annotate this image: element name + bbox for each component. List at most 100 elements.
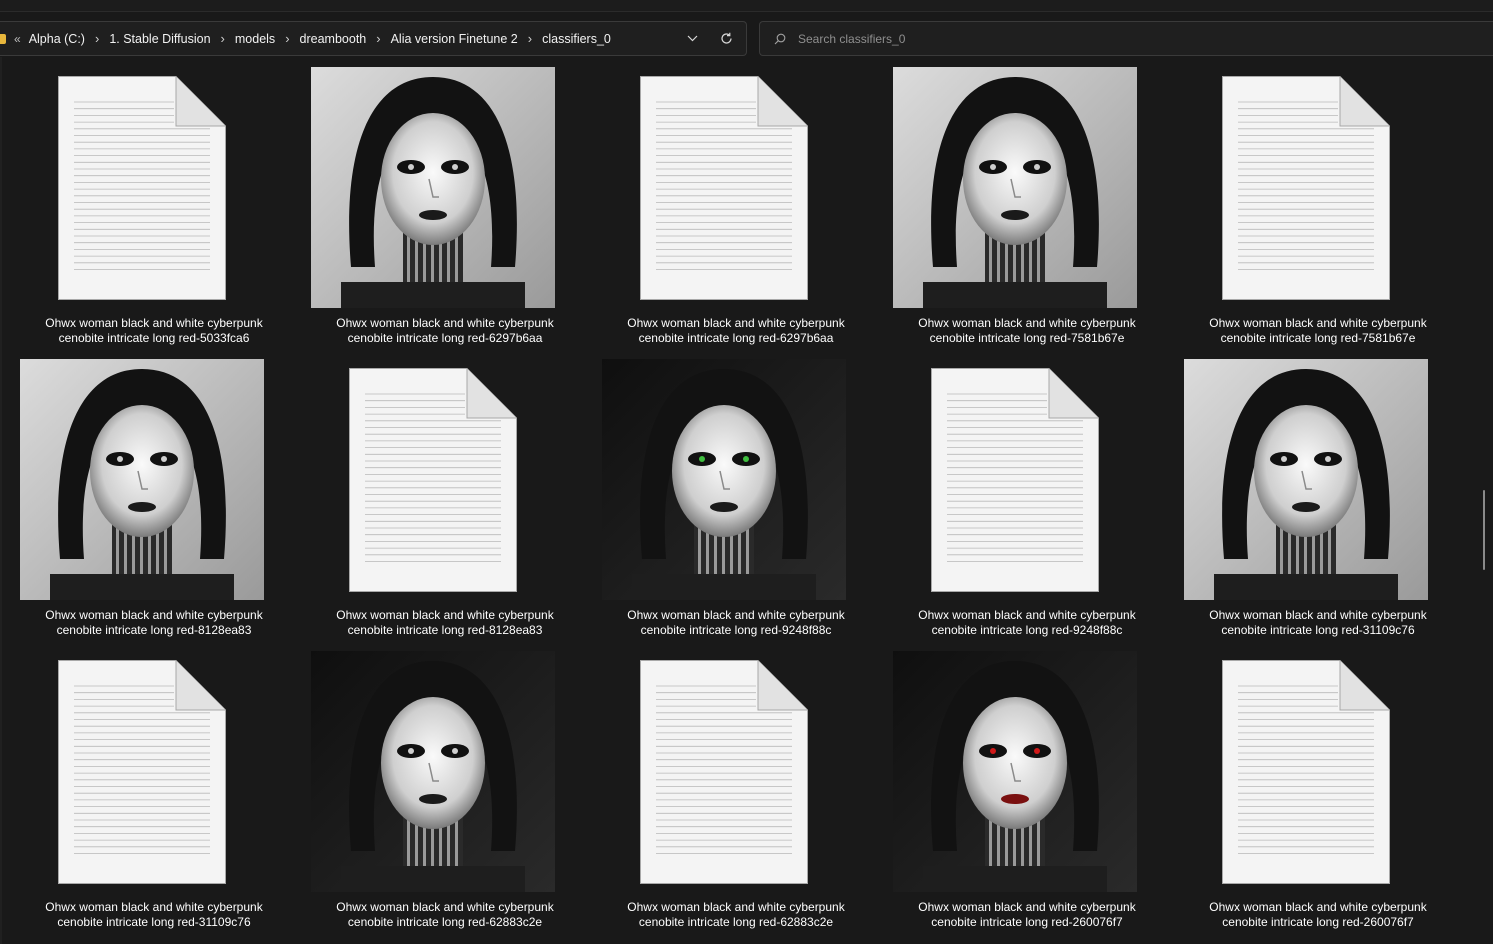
file-name-line: Ohwx woman black and white cyberpunk [336, 316, 554, 330]
file-name: Ohwx woman black and white cyberpunk ceno… [1164, 900, 1472, 930]
file-name-line: cenobite intricate long red-8128ea83 [56, 623, 252, 637]
document-icon [893, 359, 1137, 600]
file-name: Ohwx woman black and white cyberpunk ceno… [582, 608, 890, 638]
image-thumbnail [602, 359, 846, 600]
document-icon [311, 359, 555, 600]
file-name-line: Ohwx woman black and white cyberpunk [336, 608, 554, 622]
file-tile[interactable]: Ohwx woman black and white cyberpunk ceno… [873, 349, 1143, 637]
file-name-line: cenobite intricate long red-62883c2e [638, 915, 834, 929]
breadcrumb-item[interactable]: Alpha (C:) [29, 32, 85, 46]
file-name: Ohwx woman black and white cyberpunk ceno… [1164, 316, 1472, 346]
file-name-line: cenobite intricate long red-6297b6aa [638, 331, 834, 345]
file-name-line: Ohwx woman black and white cyberpunk [1209, 316, 1427, 330]
file-name: Ohwx woman black and white cyberpunk ceno… [582, 900, 890, 930]
file-name-line: Ohwx woman black and white cyberpunk [627, 900, 845, 914]
file-name-line: Ohwx woman black and white cyberpunk [918, 316, 1136, 330]
image-thumbnail [1184, 359, 1428, 600]
file-name-line: cenobite intricate long red-7581b67e [1220, 331, 1416, 345]
refresh-button[interactable] [712, 25, 740, 53]
title-bar-strip [0, 0, 1493, 12]
document-icon [602, 67, 846, 308]
breadcrumb-item[interactable]: dreambooth [300, 32, 367, 46]
file-name-line: cenobite intricate long red-31109c76 [1221, 623, 1415, 637]
file-tile[interactable]: Ohwx woman black and white cyberpunk ceno… [873, 641, 1143, 929]
breadcrumb-label: Alpha (C:) [28, 31, 85, 46]
chevron-right-icon[interactable]: › [95, 31, 99, 46]
file-name: Ohwx woman black and white cyberpunk ceno… [873, 316, 1181, 346]
chevron-right-icon[interactable]: › [221, 31, 225, 46]
file-name-line: Ohwx woman black and white cyberpunk [918, 608, 1136, 622]
file-name-line: cenobite intricate long red-62883c2e [347, 915, 543, 929]
search-box[interactable] [759, 21, 1493, 56]
folder-icon [0, 33, 6, 44]
file-name-line: Ohwx woman black and white cyberpunk [45, 608, 263, 622]
file-name-line: Ohwx woman black and white cyberpunk [45, 316, 263, 330]
file-name-line: Ohwx woman black and white cyberpunk [336, 900, 554, 914]
file-name-line: Ohwx woman black and white cyberpunk [627, 316, 845, 330]
file-name-line: cenobite intricate long red-8128ea83 [347, 623, 543, 637]
document-icon [1184, 651, 1428, 892]
file-name: Ohwx woman black and white cyberpunk ceno… [582, 316, 890, 346]
file-name-line: cenobite intricate long red-9248f88c [931, 623, 1123, 637]
file-tile[interactable]: Ohwx woman black and white cyberpunk ceno… [0, 641, 270, 929]
chevron-down-icon [687, 35, 697, 42]
image-thumbnail [893, 651, 1137, 892]
breadcrumb: Alpha (C:) › 1. Stable Diffusion › models › dr… [29, 31, 611, 46]
breadcrumb-label: 1. Stable Diffusion [109, 31, 211, 46]
image-thumbnail [893, 67, 1137, 308]
breadcrumb-item[interactable]: 1. Stable Diffusion [109, 32, 210, 46]
breadcrumb-overflow-button[interactable]: « [14, 32, 21, 46]
file-tile[interactable]: Ohwx woman black and white cyberpunk ceno… [1164, 57, 1434, 345]
file-name: Ohwx woman black and white cyberpunk ceno… [0, 900, 308, 930]
address-bar[interactable]: « Alpha (C:) › 1. Stable Diffusion › models ›… [0, 21, 747, 56]
image-thumbnail [311, 651, 555, 892]
file-tile[interactable]: Ohwx woman black and white cyberpunk ceno… [291, 641, 561, 929]
file-grid: Ohwx woman black and white cyberpunk ceno… [0, 57, 1493, 944]
file-name: Ohwx woman black and white cyberpunk ceno… [291, 900, 599, 930]
address-history-dropdown[interactable] [678, 25, 706, 53]
search-icon [774, 33, 786, 45]
breadcrumb-item[interactable]: Alia version Finetune 2 [391, 32, 518, 46]
file-tile[interactable]: Ohwx woman black and white cyberpunk ceno… [0, 349, 270, 637]
document-icon [1184, 67, 1428, 308]
file-tile[interactable]: Ohwx woman black and white cyberpunk ceno… [582, 349, 852, 637]
file-name-line: cenobite intricate long red-6297b6aa [347, 331, 543, 345]
breadcrumb-item[interactable]: models [235, 32, 275, 46]
image-thumbnail [311, 67, 555, 308]
file-tile[interactable]: Ohwx woman black and white cyberpunk ceno… [582, 57, 852, 345]
document-icon [20, 67, 264, 308]
breadcrumb-label: dreambooth [299, 31, 367, 46]
vertical-scrollbar[interactable] [1483, 490, 1485, 570]
file-tile[interactable]: Ohwx woman black and white cyberpunk ceno… [291, 349, 561, 637]
file-tile[interactable]: Ohwx woman black and white cyberpunk ceno… [0, 57, 270, 345]
file-name: Ohwx woman black and white cyberpunk ceno… [873, 900, 1181, 930]
file-tile[interactable]: Ohwx woman black and white cyberpunk ceno… [291, 57, 561, 345]
file-name: Ohwx woman black and white cyberpunk ceno… [0, 316, 308, 346]
chevron-right-icon[interactable]: › [528, 31, 532, 46]
file-name-line: Ohwx woman black and white cyberpunk [1209, 900, 1427, 914]
file-name: Ohwx woman black and white cyberpunk ceno… [873, 608, 1181, 638]
file-name-line: Ohwx woman black and white cyberpunk [918, 900, 1136, 914]
chevron-right-icon[interactable]: › [285, 31, 289, 46]
search-input[interactable] [798, 31, 1398, 46]
file-name-line: cenobite intricate long red-5033fca6 [58, 331, 250, 345]
image-thumbnail [20, 359, 264, 600]
document-icon [602, 651, 846, 892]
file-tile[interactable]: Ohwx woman black and white cyberpunk ceno… [1164, 349, 1434, 637]
file-name-line: Ohwx woman black and white cyberpunk [627, 608, 845, 622]
breadcrumb-label: Alia version Finetune 2 [390, 31, 518, 46]
file-name-line: cenobite intricate long red-31109c76 [57, 915, 251, 929]
chevron-right-icon[interactable]: › [376, 31, 380, 46]
breadcrumb-label: classifiers_0 [542, 31, 611, 46]
breadcrumb-item[interactable]: classifiers_0 [542, 32, 611, 46]
file-tile[interactable]: Ohwx woman black and white cyberpunk ceno… [582, 641, 852, 929]
file-name-line: cenobite intricate long red-260076f7 [931, 915, 1123, 929]
file-name: Ohwx woman black and white cyberpunk ceno… [291, 316, 599, 346]
file-name-line: Ohwx woman black and white cyberpunk [45, 900, 263, 914]
file-name-line: Ohwx woman black and white cyberpunk [1209, 608, 1427, 622]
file-name-line: cenobite intricate long red-9248f88c [640, 623, 832, 637]
file-name: Ohwx woman black and white cyberpunk ceno… [291, 608, 599, 638]
file-name-line: cenobite intricate long red-260076f7 [1222, 915, 1414, 929]
file-tile[interactable]: Ohwx woman black and white cyberpunk ceno… [1164, 641, 1434, 929]
file-tile[interactable]: Ohwx woman black and white cyberpunk ceno… [873, 57, 1143, 345]
